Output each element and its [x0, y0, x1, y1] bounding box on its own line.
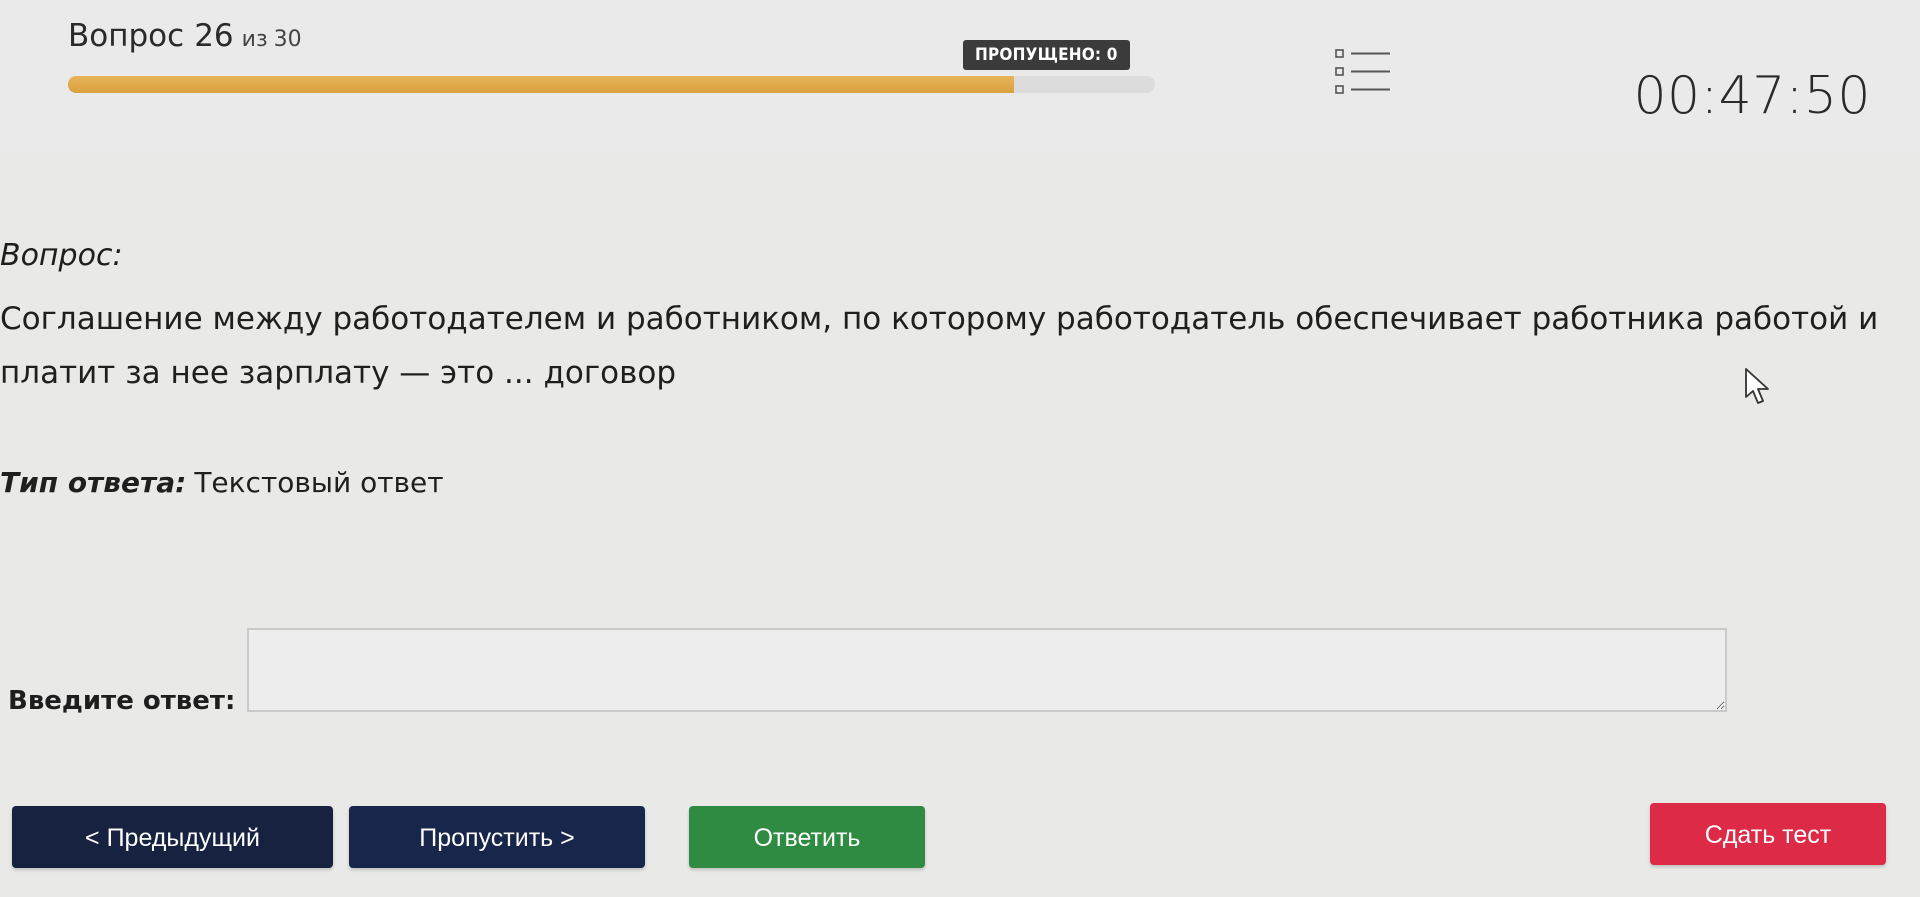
- skipped-badge: ПРОПУЩЕНО: 0: [963, 40, 1130, 70]
- answer-type-value: Текстовый ответ: [194, 466, 444, 499]
- question-list-icon[interactable]: [1334, 48, 1394, 100]
- skip-button[interactable]: Пропустить >: [349, 806, 645, 868]
- answer-type: Тип ответа: Текстовый ответ: [0, 466, 444, 499]
- question-content: Вопрос: Соглашение между работодателем и…: [0, 152, 1920, 897]
- test-header: Вопрос 26 из 30 ПРОПУЩЕНО: 0 00:47:50: [0, 0, 1920, 152]
- answer-button[interactable]: Ответить: [689, 806, 925, 868]
- progress-bar: [68, 76, 1155, 93]
- submit-test-button[interactable]: Сдать тест: [1650, 803, 1886, 865]
- answer-type-label: Тип ответа:: [0, 466, 187, 499]
- countdown-timer: 00:47:50: [1633, 66, 1871, 126]
- question-counter: Вопрос 26 из 30: [68, 18, 302, 54]
- test-page: Вопрос 26 из 30 ПРОПУЩЕНО: 0 00:47:50 Вопро…: [0, 0, 1920, 897]
- question-text: Соглашение между работодателем и работни…: [0, 301, 1879, 391]
- answer-input[interactable]: [247, 628, 1727, 712]
- of-word: из: [241, 27, 268, 52]
- question-word: Вопрос: [68, 18, 185, 54]
- question-label: Вопрос:: [0, 238, 123, 273]
- answer-row: Введите ответ:: [0, 628, 1920, 718]
- total-questions: 30: [273, 27, 302, 52]
- progress-fill: [68, 76, 1014, 93]
- mouse-cursor-icon: [1744, 367, 1772, 407]
- answer-input-label: Введите ответ:: [8, 686, 236, 716]
- question-number: 26: [194, 18, 234, 54]
- previous-button[interactable]: < Предыдущий: [12, 806, 333, 868]
